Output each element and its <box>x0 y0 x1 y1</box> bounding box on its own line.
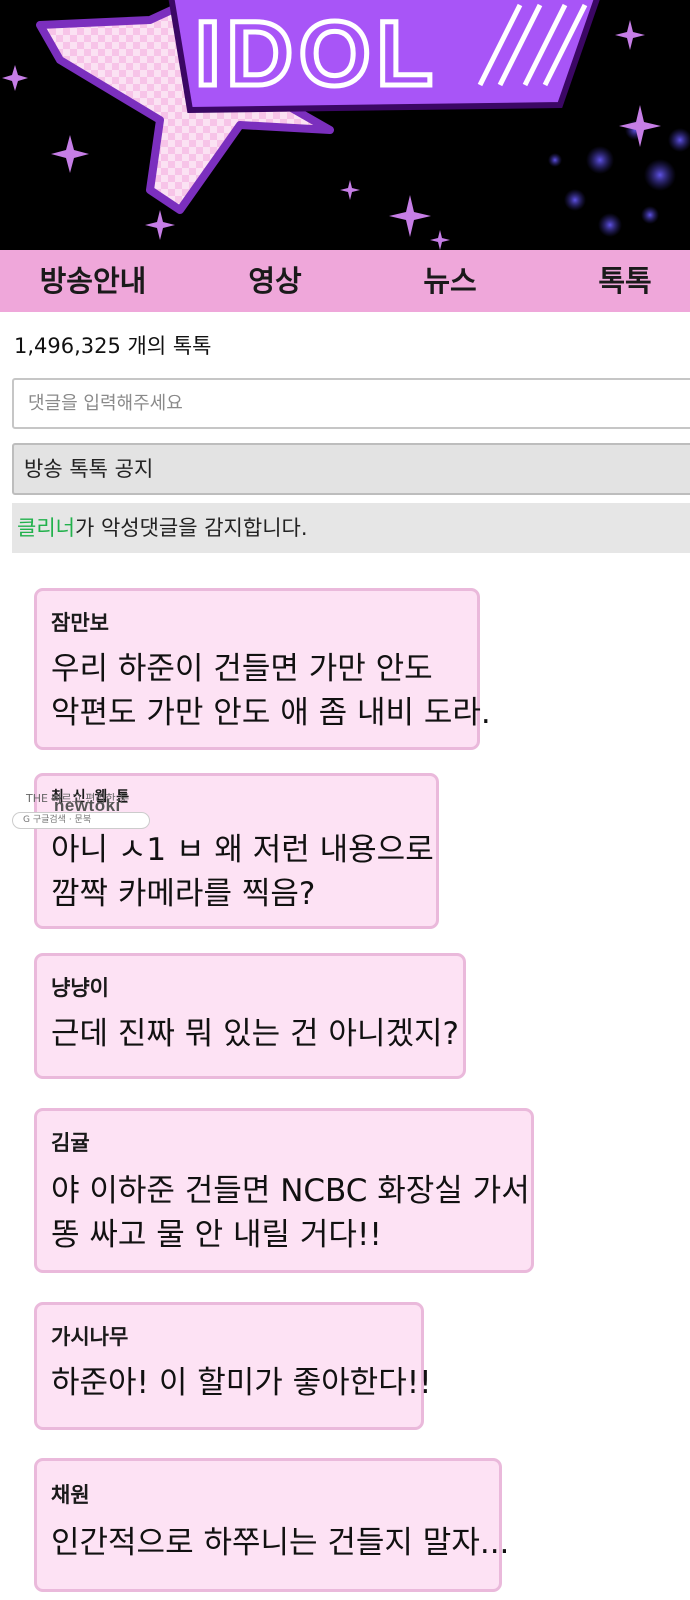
comment-text: 근데 진짜 뭐 있는 건 아니겠지? <box>51 1012 459 1056</box>
comment-text: 아니 ㅅ1 ㅂ 왜 저런 내용으로 깜짝 카메라를 찍음? <box>51 828 434 916</box>
idol-banner: IDOL <box>0 0 690 250</box>
nav-video[interactable]: 영상 <box>210 250 340 312</box>
banner-logo-text: IDOL <box>195 3 439 105</box>
banner-art: IDOL <box>2 0 690 250</box>
nav-news[interactable]: 뉴스 <box>385 250 515 312</box>
watermark-bar: G 구글검색 · 문북 <box>12 812 150 829</box>
comment-line: 하준아! 이 할미가 좋아한다!! <box>51 1365 432 1401</box>
comment-bubble: 가시나무 하준아! 이 할미가 좋아한다!! <box>34 1302 432 1430</box>
main-nav: 방송안내 영상 뉴스 톡톡 <box>0 250 690 312</box>
comment-line: 깜짝 카메라를 찍음? <box>51 876 316 912</box>
comment-text: 야 이하준 건들면 NCBC 화장실 가서 똥 싸고 물 안 내릴 거다!! <box>51 1169 530 1257</box>
cleaner-highlight: 클리너 <box>17 516 75 540</box>
comment-text: 인간적으로 하쭈니는 건들지 말자... <box>51 1521 509 1565</box>
comment-bubble: 잠만보 우리 하준이 건들면 가만 안도 악편도 가만 안도 애 좀 내비 도라… <box>34 588 491 750</box>
comment-bubble: 냥냥이 근데 진짜 뭐 있는 건 아니겠지? <box>34 953 466 1079</box>
talk-count: 1,496,325 개의 톡톡 <box>14 334 212 358</box>
cleaner-text: 가 악성댓글을 감지합니다. <box>74 516 308 540</box>
watermark: THE 빠르고 편리한 툰 newtoki G 구글검색 · 문북 <box>12 790 156 829</box>
nav-talk[interactable]: 톡톡 <box>560 250 690 312</box>
comment-author: 김귤 <box>51 1131 90 1155</box>
comment-line: 악편도 가만 안도 애 좀 내비 도라. <box>51 695 491 731</box>
comment-line: 근데 진짜 뭐 있는 건 아니겠지? <box>51 1016 459 1052</box>
comment-line: 똥 싸고 물 안 내릴 거다!! <box>51 1217 382 1253</box>
comment-bubble: 채원 인간적으로 하쭈니는 건들지 말자... <box>34 1458 509 1592</box>
comment-line: 우리 하준이 건들면 가만 안도 <box>51 651 433 687</box>
comment-line: 아니 ㅅ1 ㅂ 왜 저런 내용으로 <box>51 832 434 868</box>
comment-line: 야 이하준 건들면 NCBC 화장실 가서 <box>51 1173 530 1209</box>
comment-text: 하준아! 이 할미가 좋아한다!! <box>51 1361 432 1405</box>
cleaner-bar: 클리너가 악성댓글을 감지합니다. <box>12 503 690 553</box>
comment-author: 잠만보 <box>51 611 109 635</box>
comment-input[interactable] <box>12 378 690 429</box>
comment-line: 인간적으로 하쭈니는 건들지 말자... <box>51 1525 510 1561</box>
comment-text: 우리 하준이 건들면 가만 안도 악편도 가만 안도 애 좀 내비 도라. <box>51 647 491 735</box>
comment-bubble: 김귤 야 이하준 건들면 NCBC 화장실 가서 똥 싸고 물 안 내릴 거다!… <box>34 1108 534 1273</box>
notice-bar[interactable]: 방송 톡톡 공지 <box>12 443 690 495</box>
comment-author: 냥냥이 <box>51 976 109 1000</box>
nav-broadcast-info[interactable]: 방송안내 <box>18 250 168 312</box>
comment-author: 채원 <box>51 1483 90 1507</box>
bokeh-lights <box>548 120 690 237</box>
comment-author: 가시나무 <box>51 1325 129 1349</box>
